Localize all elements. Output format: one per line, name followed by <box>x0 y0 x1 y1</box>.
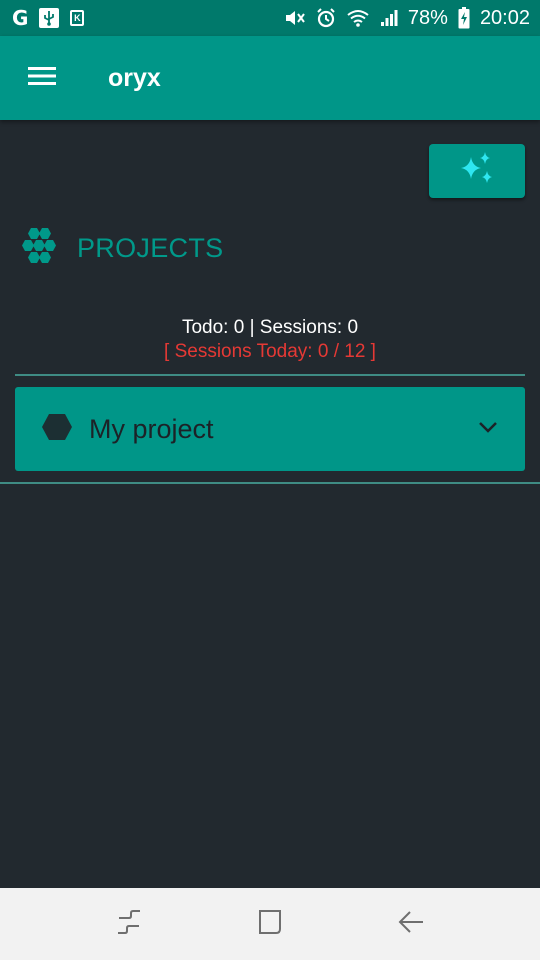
google-icon: G <box>12 6 29 30</box>
battery-charging-icon <box>458 7 470 29</box>
chevron-down-icon[interactable] <box>477 420 499 439</box>
projects-title: PROJECTS <box>77 232 224 263</box>
notification-icon: K <box>70 10 85 26</box>
clock-time: 20:02 <box>479 7 530 29</box>
project-name: My project <box>89 413 214 444</box>
status-bar: G K 78% 20:02 <box>0 0 540 36</box>
home-icon <box>256 908 284 941</box>
sessions-today-count: [ Sessions Today: 0 / 12 ] <box>164 341 376 362</box>
sparkles-icon <box>457 151 497 192</box>
status-left: G K <box>12 6 85 30</box>
navigation-bar <box>0 888 540 960</box>
battery-percent: 78% <box>407 7 448 29</box>
signal-icon <box>380 9 398 27</box>
todo-sessions-summary: Todo: 0 | Sessions: 0 <box>181 317 359 338</box>
status-right: 78% 20:02 <box>284 7 530 29</box>
divider-top <box>15 374 525 376</box>
usb-icon <box>38 7 60 29</box>
wifi-icon <box>346 8 370 28</box>
recent-apps-icon <box>115 909 143 940</box>
app-bar: oryx <box>0 36 540 120</box>
hexagons-icon <box>18 226 58 271</box>
hamburger-menu-icon <box>27 65 57 92</box>
home-button[interactable] <box>240 894 300 954</box>
project-item[interactable]: My project <box>15 387 525 471</box>
sparkle-action-button[interactable] <box>429 144 525 198</box>
back-button[interactable] <box>381 894 441 954</box>
project-stats: Todo: 0 | Sessions: 0 [ Sessions Today: … <box>0 316 540 364</box>
recent-apps-button[interactable] <box>99 894 159 954</box>
hexagon-icon <box>41 413 73 446</box>
app-title: oryx <box>108 63 161 92</box>
mute-icon <box>284 8 306 28</box>
alarm-icon <box>316 8 336 28</box>
projects-header: PROJECTS <box>18 226 223 270</box>
back-arrow-icon <box>397 909 425 940</box>
divider-bottom <box>0 482 540 484</box>
menu-button[interactable] <box>0 36 84 120</box>
